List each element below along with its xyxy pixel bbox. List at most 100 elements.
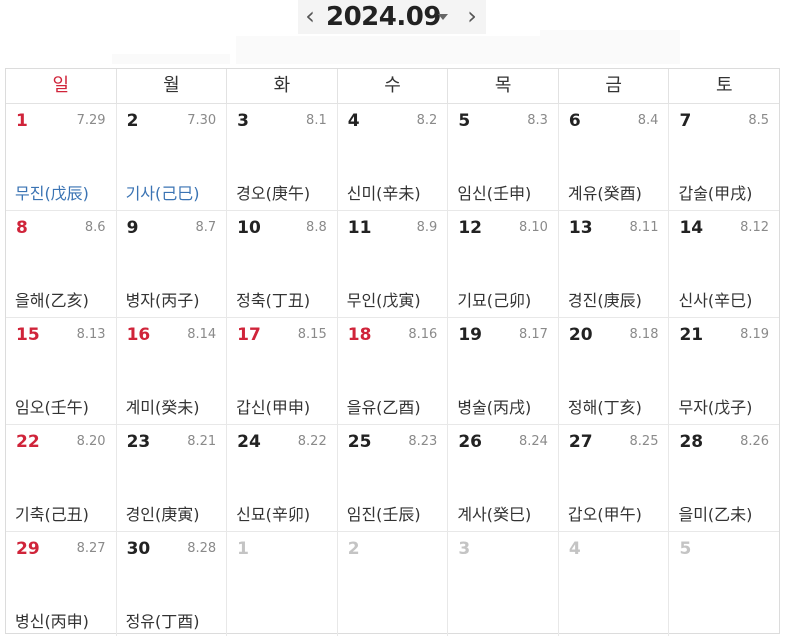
- ganji-label: 무진(戊辰): [15, 184, 89, 203]
- day-cell[interactable]: 7 8.5 갑술(甲戌): [669, 104, 779, 210]
- calendar-week: 1 7.29 무진(戊辰) 2 7.30 기사(己巳) 3 8.1 경오(庚午) 4 8.2 신미(辛…: [6, 104, 779, 211]
- day-number: 5: [458, 111, 471, 131]
- lunar-date: 8.17: [518, 327, 548, 342]
- day-number: 21: [679, 325, 704, 345]
- weekday-wed: 수: [338, 69, 449, 103]
- day-cell[interactable]: 23 8.21 경인(庚寅): [117, 425, 228, 531]
- day-cell[interactable]: 8 8.6 을해(乙亥): [6, 211, 117, 317]
- lunar-date: 7.30: [187, 113, 217, 128]
- day-cell[interactable]: 11 8.9 무인(戊寅): [338, 211, 449, 317]
- calendar-week: 8 8.6 을해(乙亥) 9 8.7 병자(丙子) 10 8.8 정축(丁丑) 11 8.9 무인(戊…: [6, 211, 779, 318]
- lunar-date: 8.19: [740, 327, 770, 342]
- lunar-date: 8.27: [76, 541, 106, 556]
- day-cell[interactable]: 18 8.16 을유(乙酉): [338, 318, 449, 424]
- day-number: 27: [568, 432, 593, 452]
- lunar-date: 8.23: [408, 434, 438, 449]
- day-cell[interactable]: 14 8.12 신사(辛巳): [669, 211, 779, 317]
- ganji-label: 기축(己丑): [15, 505, 89, 524]
- lunar-date: 8.15: [297, 327, 327, 342]
- day-number: 13: [568, 218, 593, 238]
- day-number: 7: [679, 111, 692, 131]
- lunar-date: 8.4: [637, 113, 659, 128]
- day-number: 28: [679, 432, 704, 452]
- day-cell[interactable]: 1: [227, 532, 338, 636]
- day-cell[interactable]: 12 8.10 기묘(己卯): [448, 211, 559, 317]
- caret-down-icon[interactable]: [438, 14, 448, 20]
- ganji-label: 무자(戊子): [678, 398, 753, 417]
- calendar-weeks: 1 7.29 무진(戊辰) 2 7.30 기사(己巳) 3 8.1 경오(庚午) 4 8.2 신미(辛…: [6, 104, 779, 636]
- faded-panel: [112, 54, 230, 64]
- lunar-date: 8.21: [187, 434, 217, 449]
- day-cell[interactable]: 5: [669, 532, 779, 636]
- day-cell[interactable]: 13 8.11 경진(庚辰): [559, 211, 670, 317]
- day-cell[interactable]: 26 8.24 계사(癸巳): [448, 425, 559, 531]
- day-cell[interactable]: 15 8.13 임오(壬午): [6, 318, 117, 424]
- lunar-date: 8.18: [629, 327, 659, 342]
- day-number: 4: [347, 111, 360, 131]
- day-cell[interactable]: 2 7.30 기사(己巳): [117, 104, 228, 210]
- day-number: 11: [347, 218, 372, 238]
- day-number: 16: [126, 325, 151, 345]
- ganji-label: 임진(壬辰): [346, 505, 421, 524]
- day-cell[interactable]: 4 8.2 신미(辛未): [338, 104, 449, 210]
- day-cell[interactable]: 4: [559, 532, 670, 636]
- ganji-label: 병신(丙申): [15, 612, 89, 631]
- day-cell[interactable]: 30 8.28 정유(丁酉): [117, 532, 228, 636]
- day-number: 14: [679, 218, 704, 238]
- day-number: 23: [126, 432, 151, 452]
- day-cell[interactable]: 2: [338, 532, 449, 636]
- day-cell[interactable]: 3: [448, 532, 559, 636]
- lunar-date: 8.13: [76, 327, 106, 342]
- day-cell[interactable]: 9 8.7 병자(丙子): [117, 211, 228, 317]
- day-number: 4: [568, 539, 581, 559]
- day-cell[interactable]: 29 8.27 병신(丙申): [6, 532, 117, 636]
- day-cell[interactable]: 19 8.17 병술(丙戌): [448, 318, 559, 424]
- lunar-date: 8.25: [629, 434, 659, 449]
- ganji-label: 갑오(甲午): [567, 505, 642, 524]
- ganji-label: 갑술(甲戌): [678, 184, 753, 203]
- weekday-sat: 토: [715, 75, 733, 96]
- ganji-label: 경진(庚辰): [567, 291, 642, 310]
- day-cell[interactable]: 21 8.19 무자(戊子): [669, 318, 779, 424]
- ganji-label: 계사(癸巳): [457, 505, 532, 524]
- chevron-right-icon[interactable]: ›: [462, 4, 482, 30]
- lunar-date: 8.22: [297, 434, 327, 449]
- day-cell[interactable]: 5 8.3 임신(壬申): [448, 104, 559, 210]
- lunar-date: 8.24: [518, 434, 548, 449]
- day-number: 17: [237, 325, 261, 345]
- day-cell[interactable]: 1 7.29 무진(戊辰): [6, 104, 117, 210]
- day-cell[interactable]: 25 8.23 임진(壬辰): [338, 425, 449, 531]
- lunar-date: 8.3: [527, 113, 548, 128]
- day-cell[interactable]: 27 8.25 갑오(甲午): [559, 425, 670, 531]
- day-number: 3: [237, 111, 249, 131]
- day-number: 19: [458, 325, 482, 345]
- lunar-date: 8.5: [748, 113, 770, 128]
- weekday-sun: 일: [6, 69, 117, 103]
- month-navigator: ‹ 2024.09 ›: [298, 0, 486, 34]
- day-cell[interactable]: 6 8.4 계유(癸酉): [559, 104, 670, 210]
- ganji-label: 갑신(甲申): [236, 398, 311, 417]
- chevron-left-icon[interactable]: ‹: [300, 4, 320, 30]
- calendar-grid: 일 월 화 수 목 금 토 1 7.29 무진(戊辰) 2 7.30 기사(己巳) 3 8.1…: [5, 68, 780, 636]
- lunar-date: 8.12: [740, 220, 770, 235]
- ganji-label: 임오(壬午): [15, 398, 89, 417]
- calendar-week: 29 8.27 병신(丙申) 30 8.28 정유(丁酉) 1 2 3 4 5: [6, 532, 779, 636]
- faded-panel: [540, 30, 680, 64]
- day-cell[interactable]: 3 8.1 경오(庚午): [227, 104, 338, 210]
- ganji-label: 을미(乙未): [678, 505, 753, 524]
- day-cell[interactable]: 22 8.20 기축(己丑): [6, 425, 117, 531]
- day-number: 22: [16, 432, 40, 452]
- weekday-mon: 월: [117, 69, 228, 103]
- day-cell[interactable]: 16 8.14 계미(癸未): [117, 318, 228, 424]
- day-cell[interactable]: 17 8.15 갑신(甲申): [227, 318, 338, 424]
- weekday-thu: 목: [448, 69, 559, 103]
- month-title[interactable]: 2024.09: [326, 2, 441, 32]
- day-number: 8: [16, 218, 28, 238]
- day-cell[interactable]: 28 8.26 을미(乙未): [669, 425, 779, 531]
- day-number: 30: [126, 539, 151, 559]
- day-cell[interactable]: 10 8.8 정축(丁丑): [227, 211, 338, 317]
- day-cell[interactable]: 24 8.22 신묘(辛卯): [227, 425, 338, 531]
- day-number: 10: [237, 218, 261, 238]
- day-cell[interactable]: 20 8.18 정해(丁亥): [559, 318, 670, 424]
- day-number: 1: [237, 539, 249, 559]
